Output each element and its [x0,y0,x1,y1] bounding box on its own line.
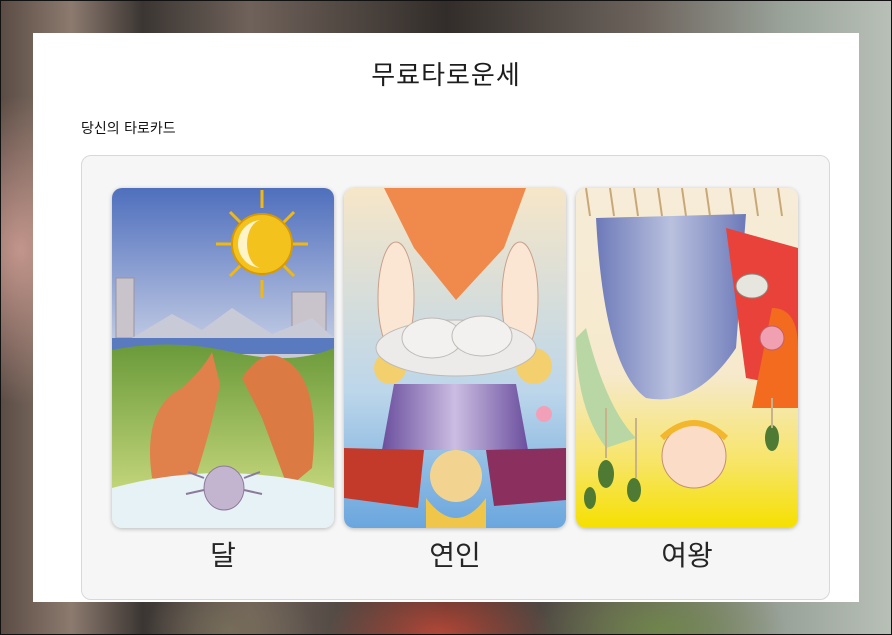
empress-card-illustration [576,188,798,528]
tarot-card-area: 달 연인 여왕 [81,155,830,600]
section-subtitle: 당신의 타로카드 [81,121,176,137]
card-name-lovers: 연인 [429,539,481,572]
moon-card-illustration [112,188,334,528]
fortune-panel: 무료타로운세 당신의 타로카드 달 연인 여왕 [33,33,859,602]
card-name-empress: 여왕 [661,539,713,572]
tarot-card-lovers[interactable] [344,188,566,528]
lovers-card-illustration [344,188,566,528]
tarot-card-empress[interactable] [576,188,798,528]
tarot-card-moon[interactable] [112,188,334,528]
page-title: 무료타로운세 [371,61,521,91]
card-name-moon: 달 [210,539,236,572]
